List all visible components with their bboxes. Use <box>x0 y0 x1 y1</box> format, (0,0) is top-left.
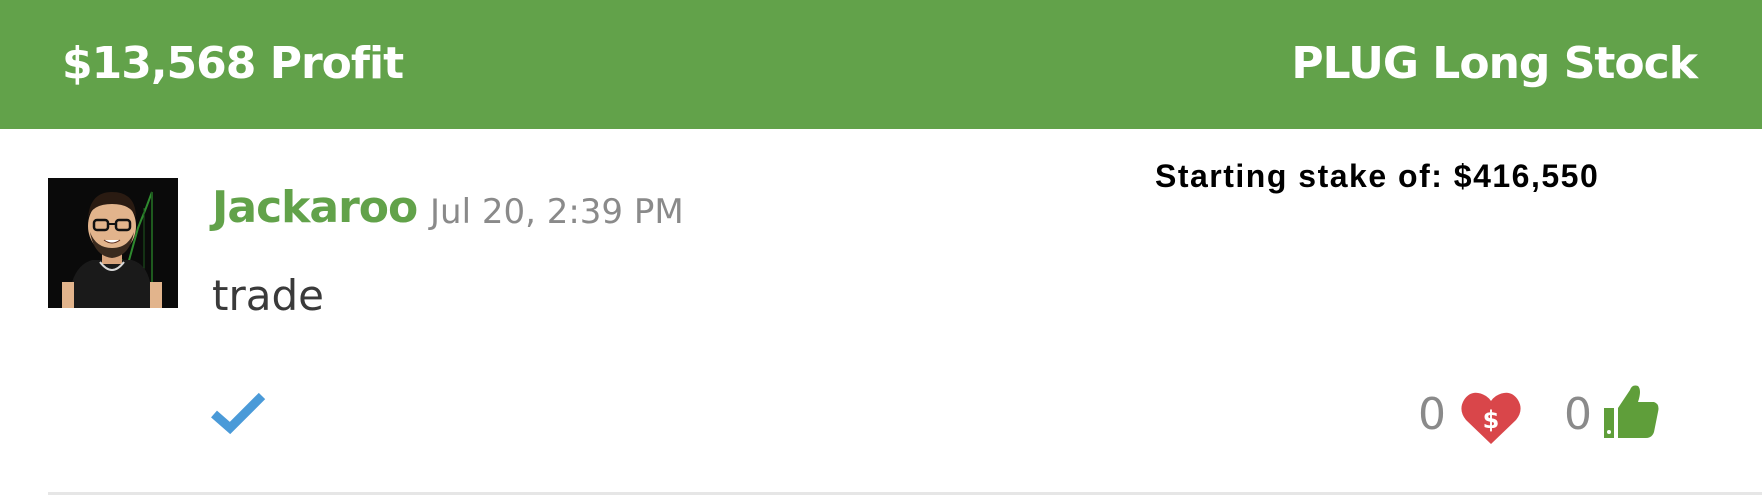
starting-stake: Starting stake of: $416,550 <box>1155 158 1600 194</box>
avatar[interactable] <box>48 178 178 308</box>
trade-header: $13,568 Profit PLUG Long Stock <box>0 0 1762 129</box>
dollar-heart-icon[interactable]: $ <box>1460 390 1522 446</box>
like-count: 0 <box>1564 389 1592 440</box>
avatar-icon <box>48 178 178 308</box>
trade-label: PLUG Long Stock <box>1291 38 1698 89</box>
trade-card: $13,568 Profit PLUG Long Stock Jackaroo … <box>0 0 1762 498</box>
profit-label: $13,568 Profit <box>62 38 404 89</box>
svg-text:$: $ <box>1483 406 1500 434</box>
profit-count: 0 <box>1418 389 1446 440</box>
check-icon[interactable] <box>210 390 266 436</box>
thumbs-up-icon[interactable] <box>1602 382 1660 440</box>
divider <box>48 492 1762 495</box>
author-name[interactable]: Jackaroo <box>212 180 418 236</box>
post-message: trade <box>212 271 324 320</box>
post-timestamp: Jul 20, 2:39 PM <box>430 192 684 232</box>
